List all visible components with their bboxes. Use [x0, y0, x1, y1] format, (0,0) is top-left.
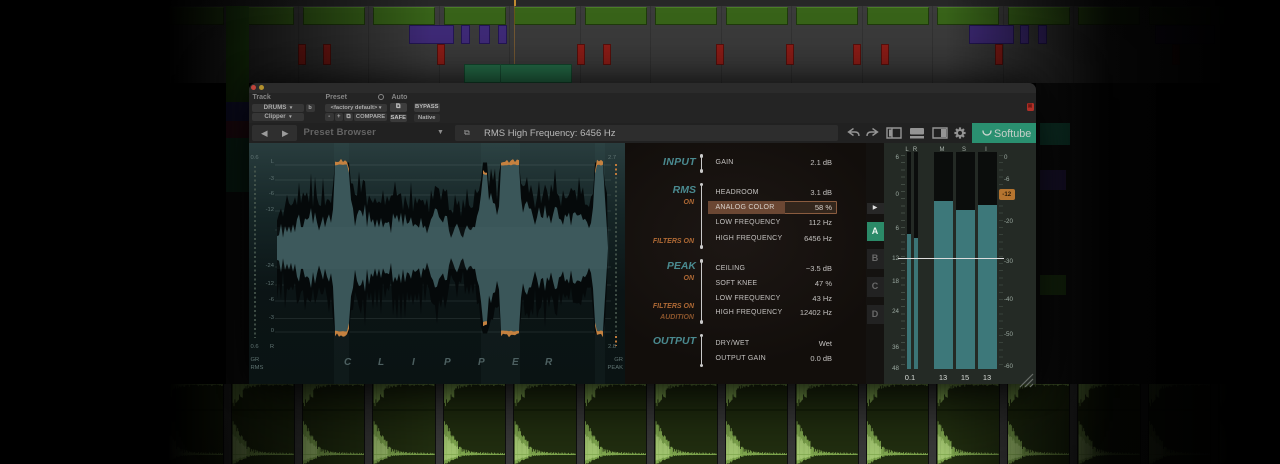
svg-text:Softube: Softube: [994, 128, 1031, 140]
